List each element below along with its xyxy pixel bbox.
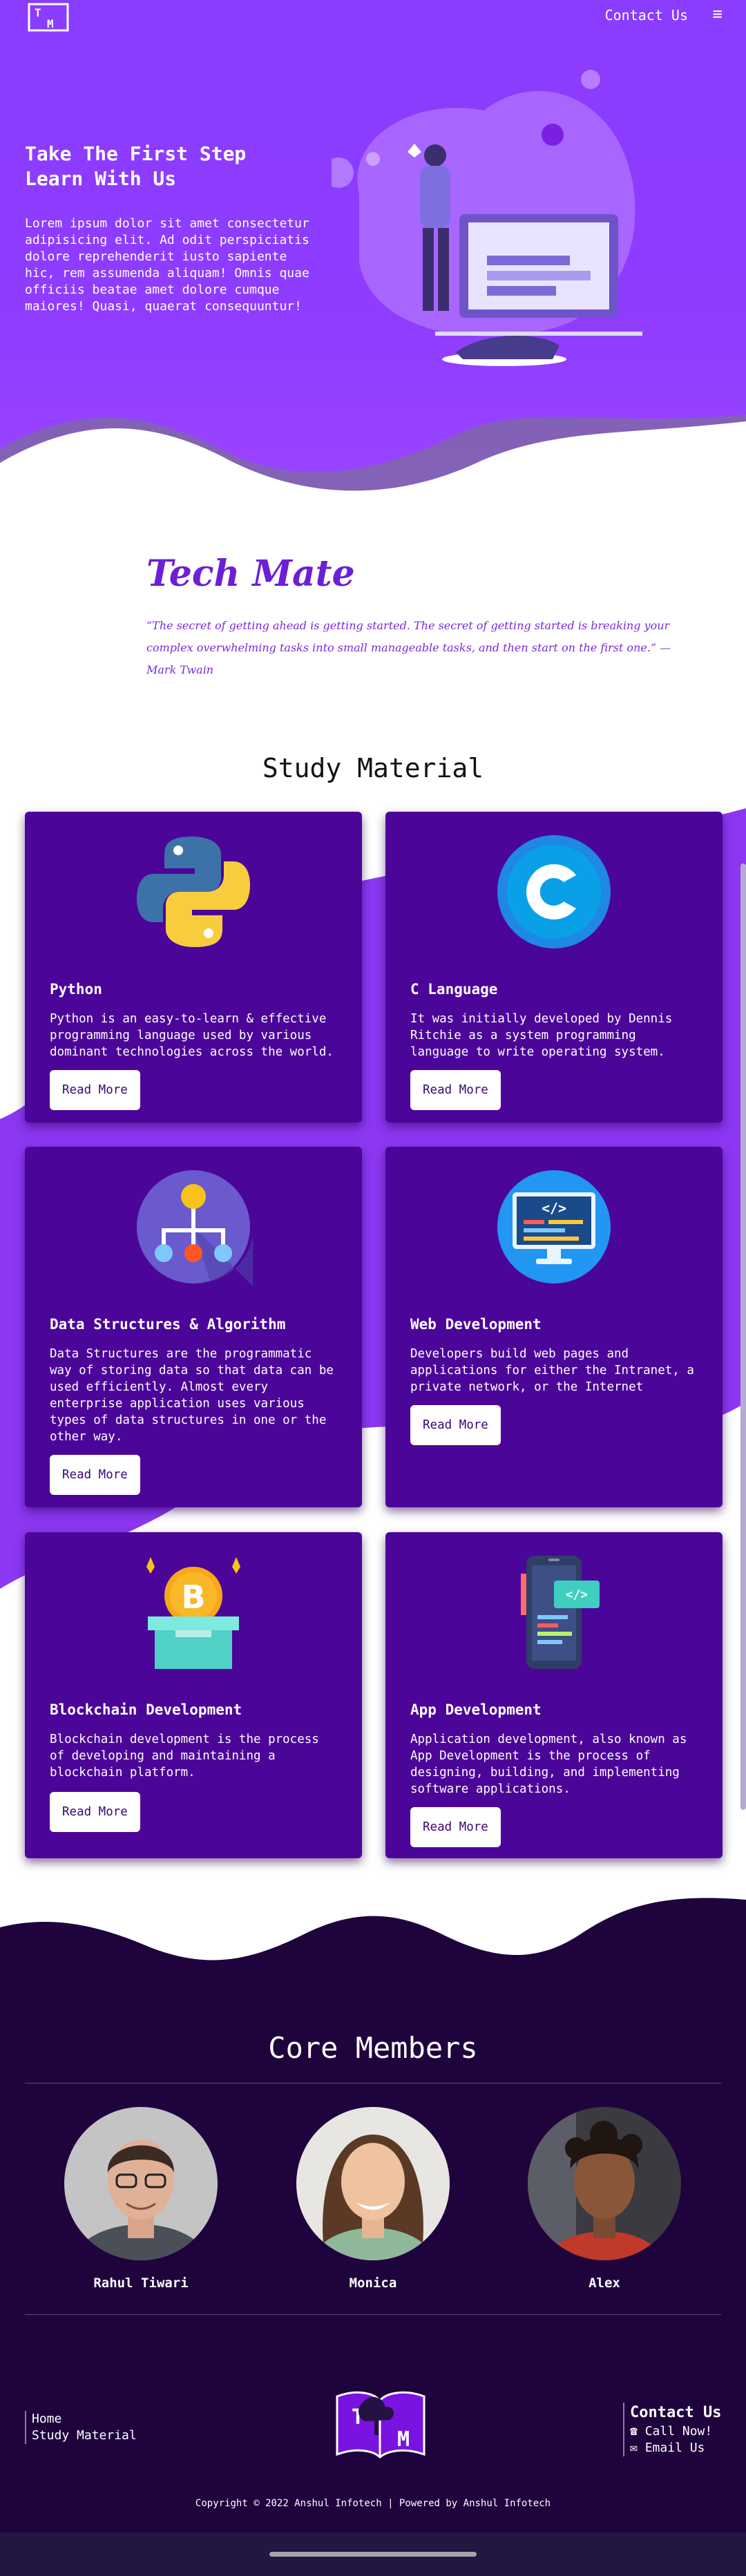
brand-title: Tech Mate (146, 553, 355, 595)
hamburger-menu-icon[interactable]: ≡ (713, 4, 723, 23)
card-title: Data Structures & Algorithm (50, 1316, 286, 1333)
card-description: Developers build web pages and applicati… (410, 1347, 694, 1394)
envelope-icon: ✉ (630, 2441, 638, 2455)
card-data-structures: Data Structures & Algorithm Data Structu… (25, 1147, 362, 1507)
read-more-button[interactable]: Read More (50, 1070, 140, 1110)
study-material-heading: Study Material (262, 753, 484, 783)
divider-bottom (25, 2314, 721, 2315)
member-card: Monica (294, 2107, 452, 2304)
svg-text:B: B (181, 1578, 205, 1616)
footer-link-home[interactable]: Home (32, 2411, 137, 2427)
card-blockchain: B Blockchain Development Blockchain deve… (25, 1532, 362, 1858)
card-description: Data Structures are the programmatic way… (50, 1347, 334, 1444)
footer-wave-divider (0, 1886, 746, 1960)
svg-text:T: T (35, 6, 41, 19)
card-description: Python is an easy-to-learn & effective p… (50, 1012, 334, 1059)
footer-logo[interactable]: T M (334, 2387, 427, 2460)
card-description: It was initially developed by Dennis Rit… (410, 1012, 673, 1059)
hero-title: Take The First Step Learn With Us (25, 142, 247, 190)
core-members-heading: Core Members (268, 2031, 478, 2065)
member-card: Alex (525, 2107, 684, 2307)
call-now-label: Call Now! (644, 2424, 713, 2439)
contact-title: Contact Us (630, 2404, 722, 2421)
page-scrollbar[interactable] (740, 864, 746, 1810)
member-name: Rahul Tiwari (93, 2276, 189, 2291)
code-monitor-icon: </> (497, 1170, 611, 1284)
card-python: Python Python is an easy-to-learn & effe… (25, 812, 362, 1123)
svg-text:M: M (47, 17, 54, 30)
member-name: Alex (589, 2276, 620, 2291)
python-logo-icon (137, 837, 250, 947)
card-web-development: </> Web Development Developers build web… (385, 1147, 723, 1507)
copyright-text: Copyright © 2022 Anshul Infotech | Power… (195, 2498, 551, 2509)
email-us-label: Email Us (644, 2441, 705, 2455)
site-logo[interactable]: T M (28, 3, 69, 32)
svg-text:</>: </> (566, 1587, 589, 1602)
footer-links: Home Study Material (25, 2411, 137, 2444)
read-more-button[interactable]: Read More (410, 1405, 501, 1445)
footer-link-study-material[interactable]: Study Material (32, 2427, 137, 2444)
hero-description: Lorem ipsum dolor sit amet consectetur a… (25, 216, 309, 314)
member-name: Monica (349, 2276, 397, 2291)
read-more-button[interactable]: Read More (410, 1070, 501, 1110)
card-description: Blockchain development is the process of… (50, 1733, 319, 1780)
card-app-development: </> App Development Application developm… (385, 1532, 723, 1858)
home-indicator[interactable] (269, 2552, 477, 2557)
read-more-button[interactable]: Read More (410, 1807, 501, 1847)
read-more-button[interactable]: Read More (50, 1455, 140, 1495)
card-title: C Language (410, 981, 498, 998)
card-title: Python (50, 981, 102, 998)
hero-section: T M Contact Us ≡ Take The First Step Lea… (0, 0, 746, 511)
member-card: Rahul Tiwari (61, 2107, 220, 2307)
footer-contact: Contact Us ☎ Call Now! ✉ Email Us (623, 2403, 721, 2456)
read-more-button[interactable]: Read More (50, 1792, 140, 1832)
bitcoin-box-icon: B (146, 1557, 240, 1669)
nav-contact-link[interactable]: Contact Us (605, 7, 688, 23)
avatar (64, 2107, 218, 2307)
mobile-code-icon: </> (521, 1556, 600, 1669)
phone-icon: ☎ (630, 2424, 638, 2439)
avatar (528, 2107, 681, 2307)
card-title: App Development (410, 1701, 542, 1718)
avatar (296, 2107, 450, 2304)
card-c-language: C Language It was initially developed by… (385, 812, 723, 1123)
hero-illustration (332, 70, 642, 366)
email-us-link[interactable]: ✉ Email Us (630, 2440, 721, 2456)
call-now-link[interactable]: ☎ Call Now! (630, 2423, 721, 2440)
hero-wave-divider (0, 414, 746, 511)
card-title: Blockchain Development (50, 1701, 242, 1718)
quote-text: “The secret of getting ahead is getting … (146, 619, 671, 676)
hierarchy-tree-icon (137, 1170, 253, 1286)
card-description: Application development, also known as A… (410, 1733, 687, 1796)
card-title: Web Development (410, 1316, 542, 1333)
svg-text:</>: </> (542, 1200, 566, 1217)
svg-text:M: M (397, 2427, 410, 2452)
c-language-icon (497, 835, 611, 948)
